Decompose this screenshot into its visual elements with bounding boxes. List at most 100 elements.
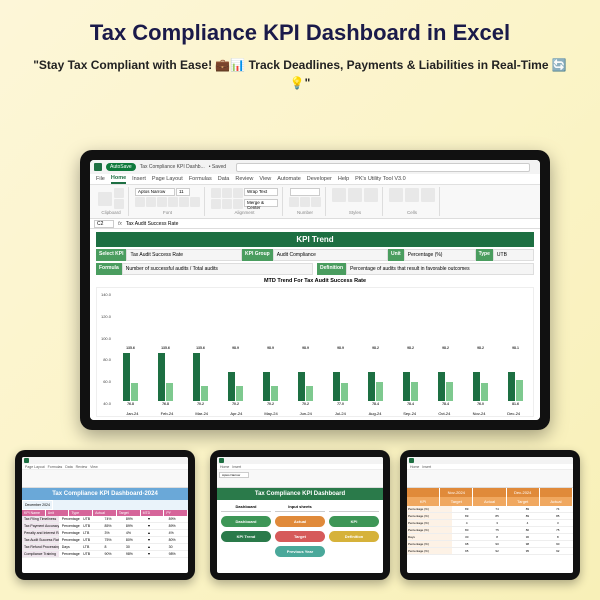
group-font: Aptos Narrow 11 Font xyxy=(131,187,205,216)
tablet-right-frame: Home Insert Nov-2024Dec-2024 KPITargetAc… xyxy=(400,450,580,580)
cell-reference-box[interactable]: C2 xyxy=(94,220,114,228)
align-right-icon[interactable] xyxy=(233,199,243,209)
tab-view[interactable]: View xyxy=(259,176,271,182)
x-axis: Jan-24Feb-24Mar-24Apr-24May-24Jun-24Jul-… xyxy=(115,411,531,416)
tab-data[interactable]: Data xyxy=(218,176,230,182)
cells-label: Cells xyxy=(389,210,435,215)
group-styles: Styles xyxy=(328,187,383,216)
delete-cells-icon[interactable] xyxy=(405,188,419,202)
type-label: Type xyxy=(476,249,493,261)
styles-label: Styles xyxy=(332,210,378,215)
data-table: Percentage (%)89748974Percentage (%)8985… xyxy=(407,506,573,555)
target-button[interactable]: Target xyxy=(275,531,325,542)
filename: Tax Compliance KPI Dashb... xyxy=(140,164,205,170)
align-mid-icon[interactable] xyxy=(222,188,232,198)
clipboard-label: Clipboard xyxy=(98,210,124,215)
align-top-icon[interactable] xyxy=(211,188,221,198)
search-input[interactable] xyxy=(236,163,530,172)
group-cells: Cells xyxy=(385,187,440,216)
wrap-text-button[interactable]: Wrap Text xyxy=(244,188,278,196)
italic-icon[interactable] xyxy=(146,197,156,207)
unit-value: Percentage (%) xyxy=(404,249,476,261)
kpi-button[interactable]: KPI xyxy=(329,516,379,527)
tab-insert[interactable]: Insert xyxy=(422,465,431,469)
tab-utility[interactable]: PK's Utility Tool V3.0 xyxy=(355,176,405,182)
tablet-right-screen: Home Insert Nov-2024Dec-2024 KPITargetAc… xyxy=(407,457,573,573)
group-number: Number xyxy=(285,187,326,216)
font-size-select[interactable]: 11 xyxy=(176,188,190,196)
font-name-select[interactable]: Aptos Narrow xyxy=(219,472,249,478)
tab-insert[interactable]: Insert xyxy=(232,465,241,469)
format-cells-icon[interactable] xyxy=(421,188,435,202)
tab-data[interactable]: Data xyxy=(65,465,72,469)
align-left-icon[interactable] xyxy=(211,199,221,209)
saved-indicator: • Saved xyxy=(209,164,226,170)
dashboard-col-header: Dashboard xyxy=(221,504,271,512)
month-header-row: Nov-2024Dec-2024 xyxy=(407,488,573,497)
tab-home[interactable]: Home xyxy=(111,175,126,184)
font-name-select[interactable]: Aptos Narrow xyxy=(135,188,175,196)
mini-titlebar xyxy=(407,457,573,464)
titlebar: AutoSave Tax Compliance KPI Dashb... • S… xyxy=(90,160,540,174)
month-selector[interactable]: December 2024 xyxy=(22,500,188,510)
currency-icon[interactable] xyxy=(289,197,299,207)
tab-page-layout[interactable]: Page Layout xyxy=(25,465,45,469)
fx-icon[interactable]: fx xyxy=(118,221,122,227)
insert-cells-icon[interactable] xyxy=(389,188,403,202)
align-center-icon[interactable] xyxy=(222,199,232,209)
kpi-group-label: KPI Group xyxy=(242,249,273,261)
kpi-group-value: Audit Compliance xyxy=(273,249,388,261)
definition-label: Definition xyxy=(317,263,346,275)
tab-automate[interactable]: Automate xyxy=(277,176,301,182)
sub-header-row: KPITargetActualTargetActual xyxy=(407,497,573,506)
kpi-trend-button[interactable]: KPI Trend xyxy=(221,531,271,542)
actual-button[interactable]: Actual xyxy=(275,516,325,527)
tab-view[interactable]: View xyxy=(90,465,98,469)
worksheet: KPI Trend Select KPITax Audit Success Ra… xyxy=(90,229,540,420)
saved-label: Saved xyxy=(212,164,226,170)
previous-year-button[interactable]: Previous Year xyxy=(275,546,325,557)
definition-button[interactable]: Definition xyxy=(329,531,379,542)
font-color-icon[interactable] xyxy=(190,197,200,207)
tablet-left-screen: Page Layout Formulas Data Review View Ta… xyxy=(22,457,188,573)
tab-home[interactable]: Home xyxy=(410,465,419,469)
unit-label: Unit xyxy=(388,249,404,261)
nav-buttons: Dashboard Dashboard KPI Trend Input shee… xyxy=(217,500,383,561)
cell-styles-icon[interactable] xyxy=(364,188,378,202)
formula-value[interactable]: Tax Audit Success Rate xyxy=(126,221,179,227)
format-table-icon[interactable] xyxy=(348,188,362,202)
tab-formulas[interactable]: Formulas xyxy=(189,176,212,182)
fill-color-icon[interactable] xyxy=(179,197,189,207)
comma-icon[interactable] xyxy=(311,197,321,207)
tab-review[interactable]: Review xyxy=(235,176,253,182)
autosave-toggle[interactable]: AutoSave xyxy=(106,163,136,171)
tab-developer[interactable]: Developer xyxy=(307,176,332,182)
formula-label: Formula xyxy=(96,263,122,275)
copy-icon[interactable] xyxy=(114,199,124,209)
page-title: Tax Compliance KPI Dashboard in Excel xyxy=(0,0,600,56)
tab-insert[interactable]: Insert xyxy=(132,176,146,182)
merge-button[interactable]: Merge & Center xyxy=(244,199,278,207)
formula-text: Number of successful audits / Total audi… xyxy=(122,263,313,275)
tab-file[interactable]: File xyxy=(96,176,105,182)
conditional-formatting-icon[interactable] xyxy=(332,188,346,202)
tab-formulas[interactable]: Formulas xyxy=(48,465,63,469)
select-kpi-value[interactable]: Tax Audit Success Rate xyxy=(126,249,242,261)
underline-icon[interactable] xyxy=(157,197,167,207)
border-icon[interactable] xyxy=(168,197,178,207)
bold-icon[interactable] xyxy=(135,197,145,207)
blank-col-header xyxy=(329,504,379,512)
bar-series: 135.676.8135.676.8135.670.298.970.298.97… xyxy=(115,292,531,406)
mini-ribbon-body xyxy=(407,470,573,488)
tab-review[interactable]: Review xyxy=(76,465,87,469)
tab-page-layout[interactable]: Page Layout xyxy=(152,176,183,182)
align-bot-icon[interactable] xyxy=(233,188,243,198)
tab-home[interactable]: Home xyxy=(220,465,229,469)
tab-help[interactable]: Help xyxy=(338,176,349,182)
dashboard-button[interactable]: Dashboard xyxy=(221,516,271,527)
excel-icon xyxy=(219,458,224,463)
paste-icon[interactable] xyxy=(98,192,112,206)
percent-icon[interactable] xyxy=(300,197,310,207)
number-format-select[interactable] xyxy=(290,188,320,196)
cut-icon[interactable] xyxy=(114,188,124,198)
